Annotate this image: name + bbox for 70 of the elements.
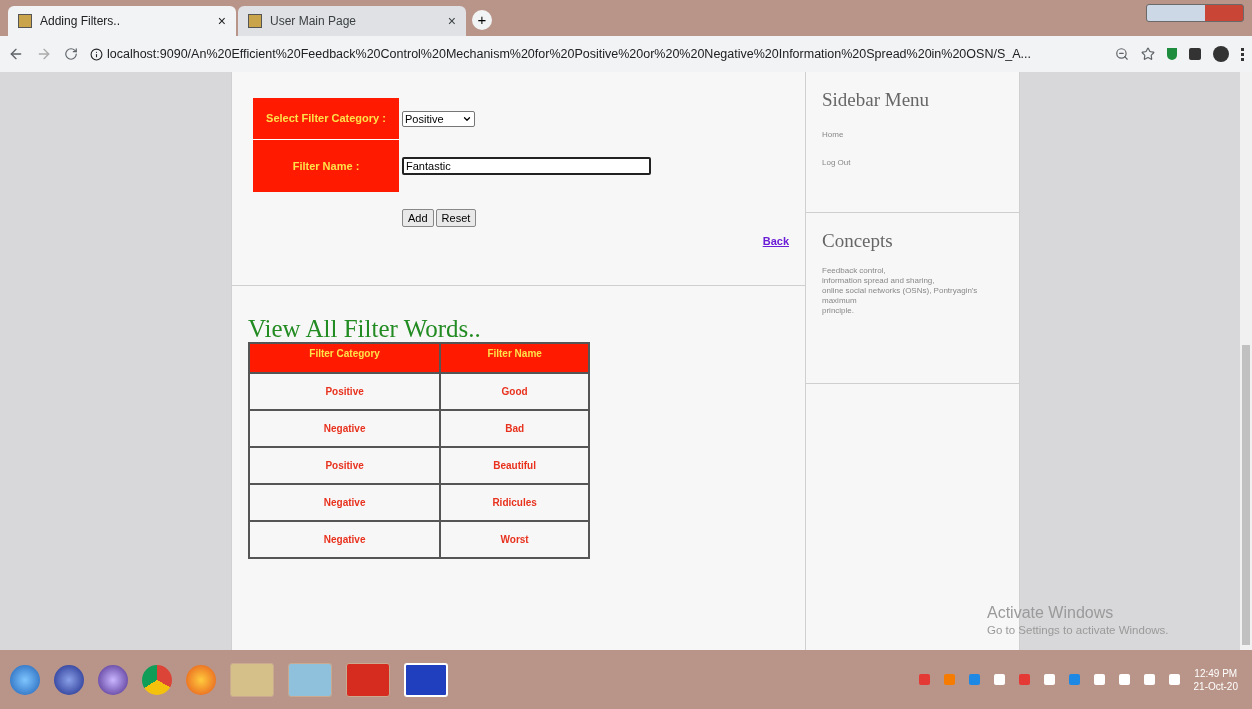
table-cell: Positive [249, 373, 441, 410]
form-button[interactable]: Reset [435, 209, 477, 227]
favicon-icon [18, 14, 32, 28]
concept-text: principle. [822, 305, 855, 316]
info-icon [90, 47, 103, 61]
column-header: Filter Category [249, 343, 441, 373]
form-button[interactable]: Add [402, 209, 434, 227]
tray-icon[interactable] [993, 674, 1005, 685]
browser-tab[interactable]: User Main Page × [238, 6, 466, 36]
field-label: Select Filter Category : [253, 98, 399, 140]
shield-icon[interactable] [1167, 48, 1177, 60]
back-link[interactable]: Back [762, 233, 789, 250]
favicon-icon [248, 14, 262, 28]
filter-name-field[interactable]: Fantastic [402, 157, 651, 175]
browser-icon[interactable] [142, 664, 172, 695]
tab-title: User Main Page [270, 13, 358, 30]
tray-icon[interactable] [918, 674, 930, 685]
tray-icon[interactable] [1043, 674, 1055, 685]
table-cell: Worst [440, 521, 589, 558]
close-icon[interactable]: × [217, 10, 226, 32]
activation-title: Activate Windows [987, 604, 1115, 622]
table-cell: Positive [249, 447, 441, 484]
new-tab-button[interactable]: + [472, 10, 492, 30]
sidebar-link[interactable]: Log Out [822, 156, 1019, 169]
star-icon[interactable] [1141, 47, 1155, 61]
zoom-icon[interactable] [1115, 47, 1129, 61]
window-controls[interactable] [1146, 4, 1244, 22]
concept-text: information spread and sharing, [822, 275, 936, 286]
scrollbar[interactable] [1240, 72, 1252, 650]
sidebar-title: Sidebar Menu [822, 88, 931, 112]
forward-icon[interactable] [36, 46, 52, 62]
tray-icon[interactable] [1093, 674, 1105, 685]
tab-title: Adding Filters.. [40, 13, 122, 30]
clock-date: 21-Oct-20 [1193, 679, 1238, 693]
close-icon[interactable]: × [447, 10, 456, 32]
table-cell: Negative [249, 521, 441, 558]
reload-icon[interactable] [64, 47, 78, 61]
column-header: Filter Name [440, 343, 589, 373]
clock-time: 12:49 PM [1194, 666, 1238, 680]
table-cell: Good [440, 373, 589, 410]
tray-icon[interactable] [1168, 674, 1180, 685]
table-cell: Beautiful [440, 447, 589, 484]
caret-icon [462, 114, 472, 124]
tray-icon[interactable] [1068, 674, 1080, 685]
table-cell: Negative [249, 484, 441, 521]
concept-text: Feedback control, [822, 265, 887, 276]
sidebar-link[interactable]: Home [822, 128, 1019, 141]
url-text: localhost:9090/An%20Efficient%20Feedback%20Control%20Mechanism%20for%20Positive%20or%20%20Negative%20Information%20Spread%20in%20OSN/S_A... [107, 45, 1031, 63]
table-cell: Ridicules [440, 484, 589, 521]
activation-text: Go to Settings to activate Windows. [987, 623, 1169, 638]
tray-icon[interactable] [968, 674, 980, 685]
concept-text: online social networks (OSNs), Pontryagin's [822, 285, 979, 296]
start-icon[interactable] [10, 664, 40, 695]
profile-icon[interactable] [1213, 46, 1229, 62]
category-select[interactable]: Positive [402, 111, 475, 127]
table-cell: Bad [440, 410, 589, 447]
tray-icon[interactable] [1118, 674, 1130, 685]
section-heading: View All Filter Words.. [248, 316, 482, 342]
menu-icon[interactable] [1241, 47, 1244, 61]
extensions-icon[interactable] [1189, 48, 1201, 60]
browser-tab[interactable]: Adding Filters.. × [8, 6, 236, 36]
app-icon[interactable] [404, 662, 448, 697]
concept-text: maximum [822, 295, 858, 306]
sidebar-title: Concepts [822, 229, 894, 253]
tray-icon[interactable] [1018, 674, 1030, 685]
tray-icon[interactable] [1143, 674, 1155, 685]
back-icon[interactable] [8, 46, 24, 62]
browser-icon[interactable] [186, 664, 216, 695]
field-label: Filter Name : [253, 140, 399, 192]
table-cell: Negative [249, 410, 441, 447]
